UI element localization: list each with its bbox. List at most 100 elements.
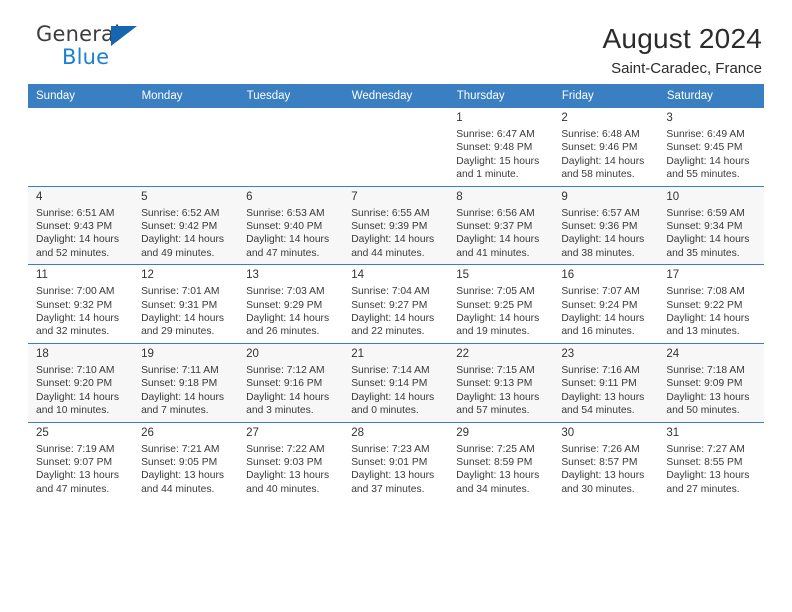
day-details: Sunrise: 6:51 AM Sunset: 9:43 PM Dayligh… (36, 207, 119, 259)
calendar-week-row: 11 Sunrise: 7:00 AM Sunset: 9:32 PM Dayl… (28, 264, 764, 344)
day-cell-empty (238, 107, 344, 187)
day-number: 2 (561, 112, 568, 124)
day-cell[interactable]: 5 Sunrise: 6:52 AM Sunset: 9:42 PM Dayli… (133, 185, 239, 265)
day-cell[interactable]: 2 Sunrise: 6:48 AM Sunset: 9:46 PM Dayli… (553, 107, 659, 187)
page-title: August 2024 (602, 23, 762, 54)
day-details: Sunrise: 7:23 AM Sunset: 9:01 PM Dayligh… (351, 443, 435, 495)
title-block: August 2024 Saint-Caradec, France (603, 22, 764, 80)
day-cell[interactable]: 9 Sunrise: 6:57 AM Sunset: 9:36 PM Dayli… (553, 185, 659, 265)
day-details: Sunrise: 7:15 AM Sunset: 9:13 PM Dayligh… (456, 364, 540, 417)
page-subtitle: Saint-Caradec, France (611, 60, 762, 77)
day-cell-empty (343, 107, 449, 187)
weekday-header-monday: Monday (133, 84, 239, 108)
calendar-week-row: 4 Sunrise: 6:51 AM Sunset: 9:43 PM Dayli… (28, 185, 764, 265)
day-number: 21 (351, 347, 364, 360)
day-cell[interactable]: 30 Sunrise: 7:26 AM Sunset: 8:57 PM Dayl… (553, 421, 659, 501)
triangle-icon (111, 26, 137, 46)
day-number: 26 (141, 426, 154, 439)
day-number: 5 (141, 190, 148, 203)
day-cell[interactable]: 24 Sunrise: 7:18 AM Sunset: 9:09 PM Dayl… (658, 342, 764, 422)
day-number: 1 (456, 112, 463, 124)
calendar-week-row: 1 Sunrise: 6:47 AM Sunset: 9:48 PM Dayli… (28, 107, 764, 187)
day-cell[interactable]: 10 Sunrise: 6:59 AM Sunset: 9:34 PM Dayl… (658, 185, 764, 265)
day-cell[interactable]: 21 Sunrise: 7:14 AM Sunset: 9:14 PM Dayl… (343, 342, 449, 422)
day-number: 10 (666, 190, 680, 203)
day-details: Sunrise: 6:48 AM Sunset: 9:46 PM Dayligh… (561, 129, 645, 181)
day-cell[interactable]: 17 Sunrise: 7:08 AM Sunset: 9:22 PM Dayl… (658, 264, 764, 344)
day-details: Sunrise: 7:03 AM Sunset: 9:29 PM Dayligh… (246, 286, 330, 338)
day-cell[interactable]: 15 Sunrise: 7:05 AM Sunset: 9:25 PM Dayl… (448, 264, 554, 344)
day-details: Sunrise: 6:47 AM Sunset: 9:48 PM Dayligh… (456, 129, 540, 181)
day-cell[interactable]: 22 Sunrise: 7:15 AM Sunset: 9:13 PM Dayl… (448, 342, 554, 422)
day-details: Sunrise: 7:16 AM Sunset: 9:11 PM Dayligh… (561, 364, 645, 417)
day-details: Sunrise: 7:01 AM Sunset: 9:31 PM Dayligh… (141, 286, 225, 338)
day-cell[interactable]: 16 Sunrise: 7:07 AM Sunset: 9:24 PM Dayl… (553, 264, 659, 344)
day-number: 3 (666, 112, 673, 124)
day-number: 23 (561, 347, 575, 360)
weekday-header-saturday: Saturday (658, 84, 765, 108)
day-number: 25 (36, 426, 49, 439)
day-details: Sunrise: 7:11 AM Sunset: 9:18 PM Dayligh… (141, 364, 225, 417)
day-details: Sunrise: 7:08 AM Sunset: 9:22 PM Dayligh… (666, 286, 750, 338)
day-details: Sunrise: 7:12 AM Sunset: 9:16 PM Dayligh… (246, 364, 330, 417)
day-number: 15 (456, 269, 470, 282)
day-number: 18 (36, 347, 49, 360)
day-details: Sunrise: 7:10 AM Sunset: 9:20 PM Dayligh… (36, 364, 119, 417)
day-details: Sunrise: 7:19 AM Sunset: 9:07 PM Dayligh… (36, 443, 119, 495)
day-details: Sunrise: 7:18 AM Sunset: 9:09 PM Dayligh… (666, 364, 750, 417)
day-number: 9 (561, 190, 568, 203)
day-cell[interactable]: 31 Sunrise: 7:27 AM Sunset: 8:55 PM Dayl… (658, 421, 764, 501)
weekday-header-wednesday: Wednesday (343, 84, 449, 108)
day-cell[interactable]: 1 Sunrise: 6:47 AM Sunset: 9:48 PM Dayli… (448, 107, 554, 187)
day-cell[interactable]: 4 Sunrise: 6:51 AM Sunset: 9:43 PM Dayli… (28, 185, 134, 265)
day-cell[interactable]: 26 Sunrise: 7:21 AM Sunset: 9:05 PM Dayl… (133, 421, 239, 501)
day-cell[interactable]: 19 Sunrise: 7:11 AM Sunset: 9:18 PM Dayl… (133, 342, 239, 422)
day-cell-empty (28, 107, 134, 187)
day-number: 17 (666, 269, 680, 282)
day-cell[interactable]: 27 Sunrise: 7:22 AM Sunset: 9:03 PM Dayl… (238, 421, 344, 501)
day-cell[interactable]: 7 Sunrise: 6:55 AM Sunset: 9:39 PM Dayli… (343, 185, 449, 265)
day-number: 11 (36, 269, 48, 282)
day-number: 30 (561, 426, 575, 439)
day-details: Sunrise: 6:52 AM Sunset: 9:42 PM Dayligh… (141, 207, 225, 259)
weekday-header-friday: Friday (553, 84, 659, 108)
weekday-header-thursday: Thursday (448, 84, 554, 108)
day-cell[interactable]: 12 Sunrise: 7:01 AM Sunset: 9:31 PM Dayl… (133, 264, 239, 344)
calendar-table: Sunday Monday Tuesday Wednesday Thursday… (28, 84, 765, 501)
day-cell[interactable]: 20 Sunrise: 7:12 AM Sunset: 9:16 PM Dayl… (238, 342, 344, 422)
day-number: 20 (246, 347, 259, 360)
day-number: 29 (456, 426, 470, 439)
day-details: Sunrise: 7:07 AM Sunset: 9:24 PM Dayligh… (561, 286, 645, 338)
day-details: Sunrise: 7:05 AM Sunset: 9:25 PM Dayligh… (456, 286, 540, 338)
day-number: 24 (666, 347, 680, 360)
brand-name-general: General (36, 22, 121, 46)
calendar-header-row: Sunday Monday Tuesday Wednesday Thursday… (28, 84, 765, 108)
calendar-page: General Blue August 2024 Saint-Caradec, … (0, 0, 792, 612)
day-cell[interactable]: 11 Sunrise: 7:00 AM Sunset: 9:32 PM Dayl… (28, 264, 134, 344)
day-number: 16 (561, 269, 575, 282)
day-cell[interactable]: 25 Sunrise: 7:19 AM Sunset: 9:07 PM Dayl… (28, 421, 134, 501)
day-number: 27 (246, 426, 259, 439)
calendar-week-row: 18 Sunrise: 7:10 AM Sunset: 9:20 PM Dayl… (28, 342, 764, 422)
day-number: 4 (36, 190, 43, 203)
day-cell[interactable]: 18 Sunrise: 7:10 AM Sunset: 9:20 PM Dayl… (28, 342, 134, 422)
day-details: Sunrise: 6:59 AM Sunset: 9:34 PM Dayligh… (666, 207, 750, 259)
day-cell[interactable]: 29 Sunrise: 7:25 AM Sunset: 8:59 PM Dayl… (448, 421, 554, 501)
day-number: 28 (351, 426, 364, 439)
calendar-week-row: 25 Sunrise: 7:19 AM Sunset: 9:07 PM Dayl… (28, 421, 764, 501)
weekday-header-tuesday: Tuesday (238, 84, 344, 108)
calendar-body: 1 Sunrise: 6:47 AM Sunset: 9:48 PM Dayli… (28, 107, 764, 501)
day-cell[interactable]: 23 Sunrise: 7:16 AM Sunset: 9:11 PM Dayl… (553, 342, 659, 422)
day-details: Sunrise: 6:57 AM Sunset: 9:36 PM Dayligh… (561, 207, 645, 259)
brand-name-blue: Blue (62, 45, 110, 69)
brand-logo[interactable]: General Blue (28, 22, 156, 74)
day-number: 14 (351, 269, 364, 282)
day-cell[interactable]: 28 Sunrise: 7:23 AM Sunset: 9:01 PM Dayl… (343, 421, 449, 501)
day-cell[interactable]: 13 Sunrise: 7:03 AM Sunset: 9:29 PM Dayl… (238, 264, 344, 344)
day-number: 22 (456, 347, 470, 360)
day-cell[interactable]: 8 Sunrise: 6:56 AM Sunset: 9:37 PM Dayli… (448, 185, 554, 265)
day-cell[interactable]: 14 Sunrise: 7:04 AM Sunset: 9:27 PM Dayl… (343, 264, 449, 344)
day-number: 19 (141, 347, 154, 360)
day-cell[interactable]: 3 Sunrise: 6:49 AM Sunset: 9:45 PM Dayli… (658, 107, 764, 187)
day-cell[interactable]: 6 Sunrise: 6:53 AM Sunset: 9:40 PM Dayli… (238, 185, 344, 265)
